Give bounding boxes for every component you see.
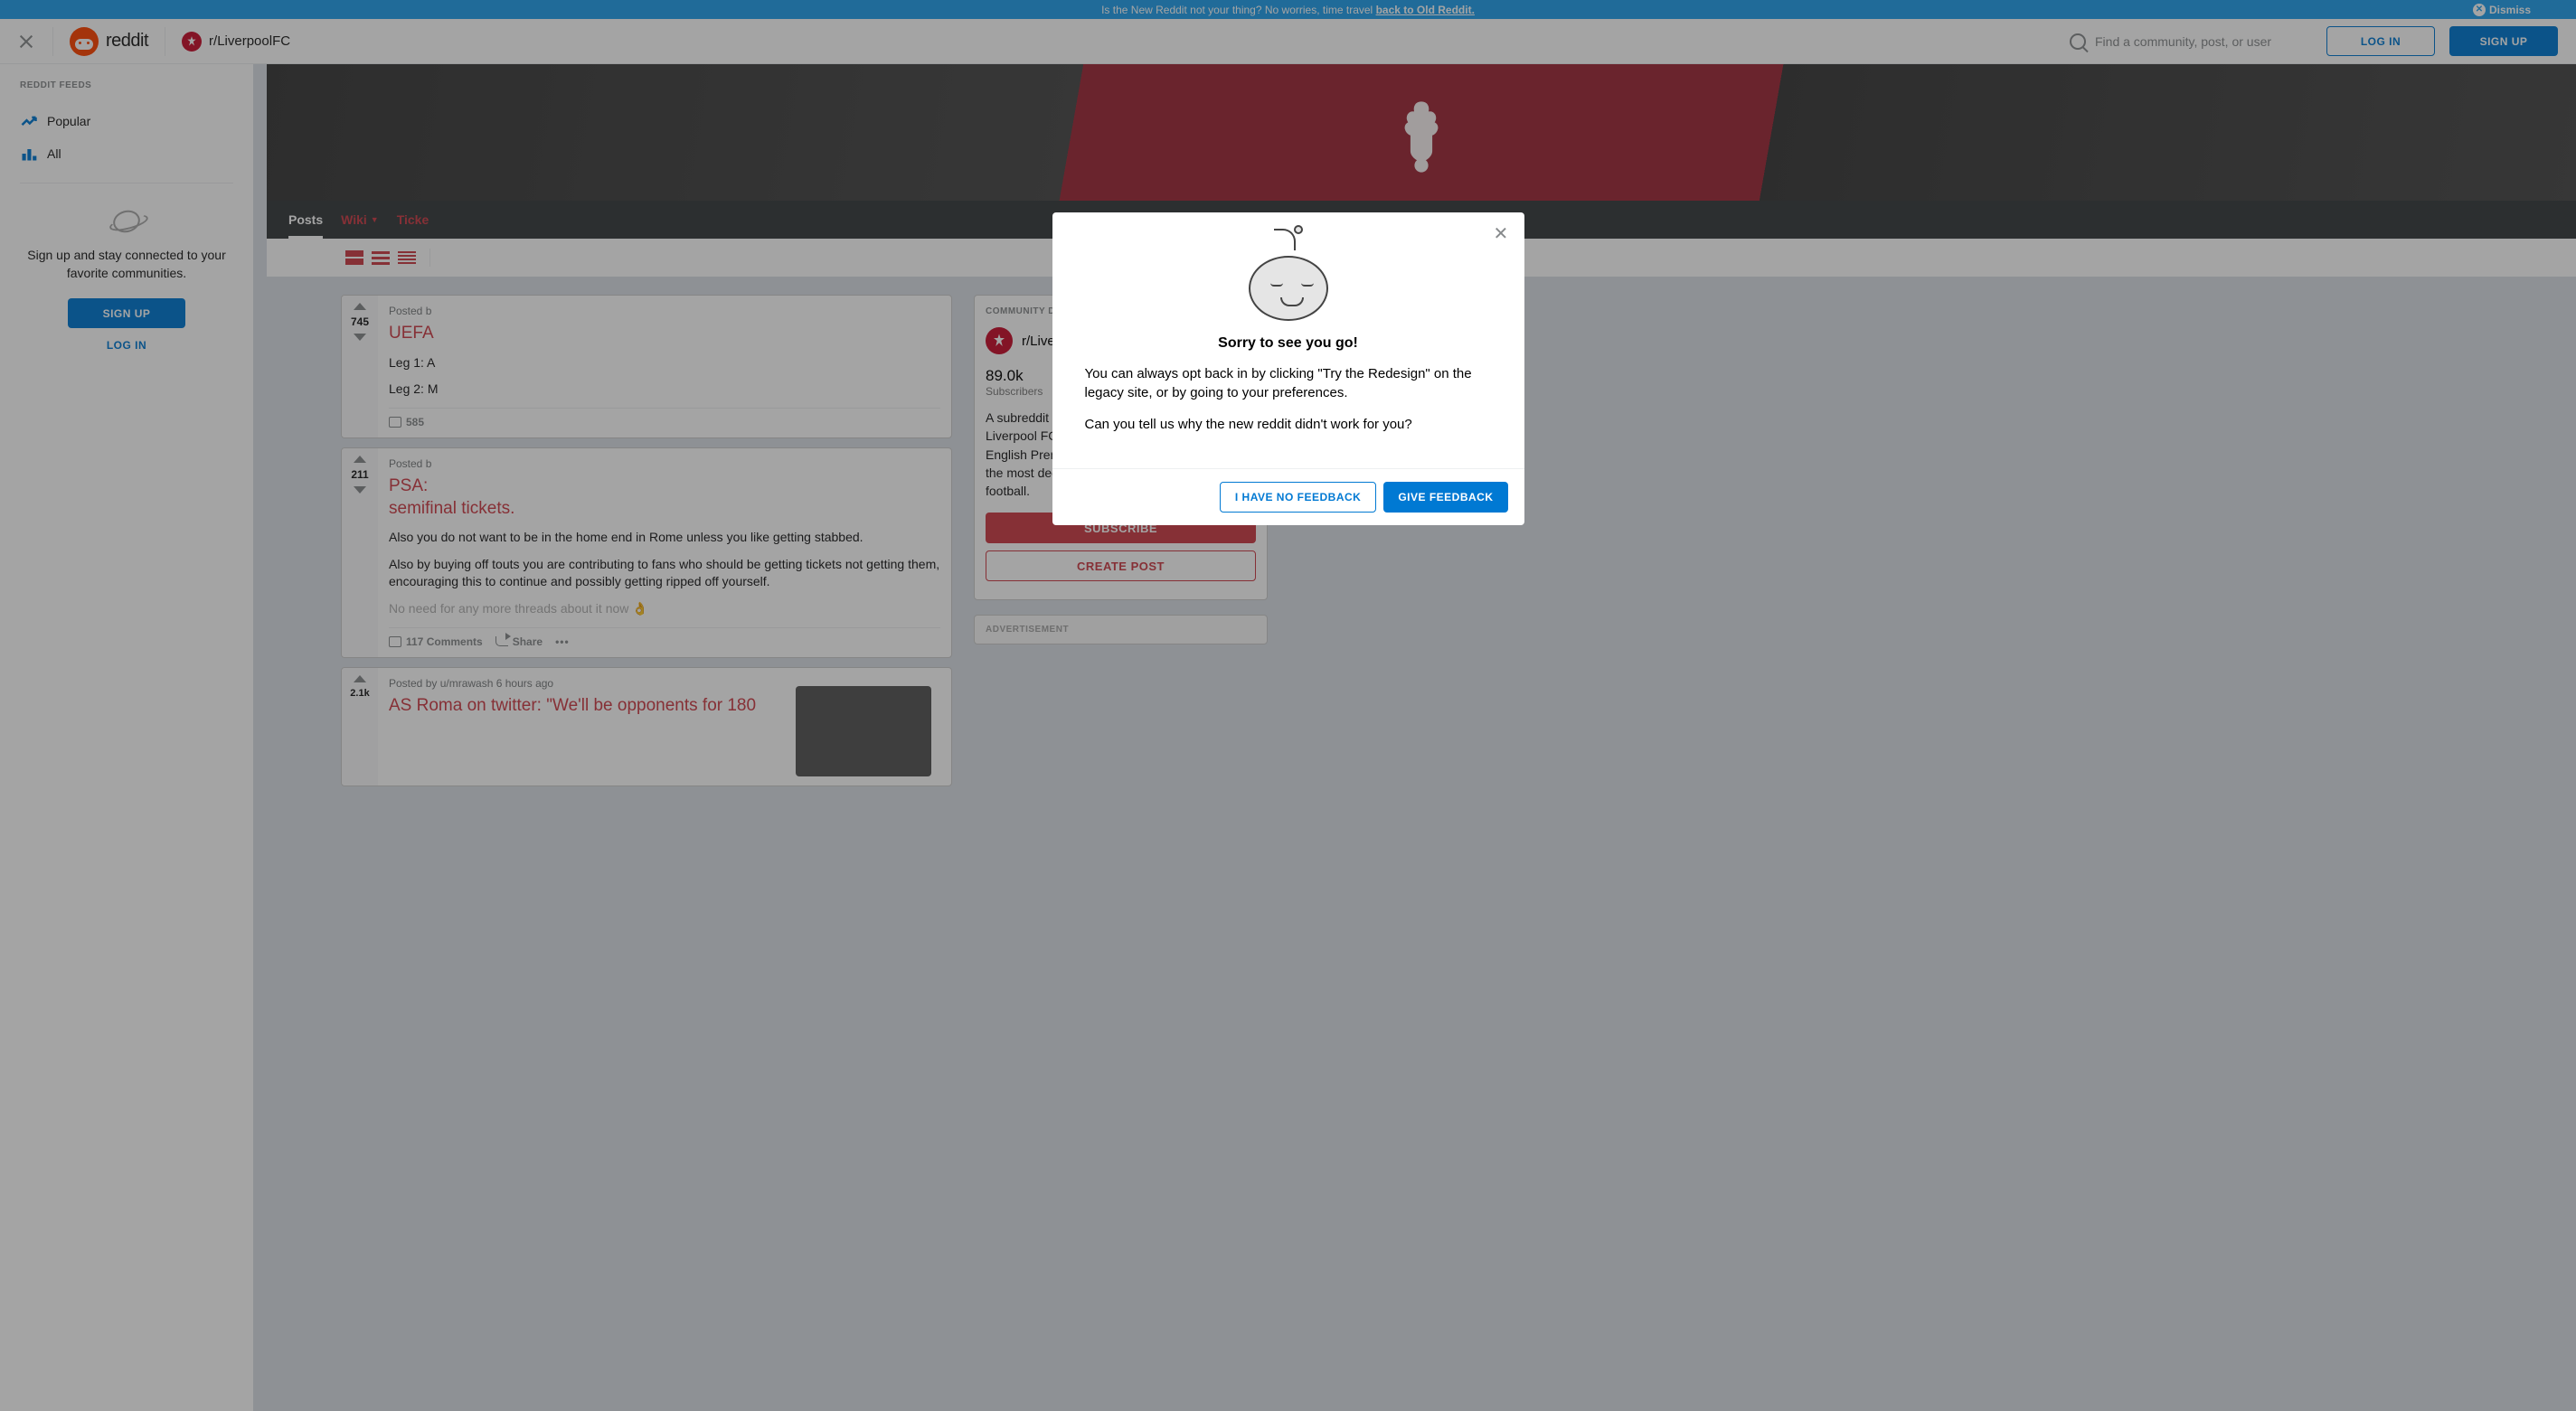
modal-text: Can you tell us why the new reddit didn'… [1085, 415, 1492, 434]
modal-overlay[interactable]: ✕ Sorry to see you go! You can always op… [0, 0, 2576, 1411]
modal-text: You can always opt back in by clicking "… [1085, 364, 1492, 402]
give-feedback-button[interactable]: GIVE FEEDBACK [1383, 482, 1507, 513]
feedback-modal: ✕ Sorry to see you go! You can always op… [1052, 212, 1524, 525]
no-feedback-button[interactable]: I HAVE NO FEEDBACK [1220, 482, 1376, 513]
close-icon[interactable]: ✕ [1494, 225, 1512, 243]
modal-footer: I HAVE NO FEEDBACK GIVE FEEDBACK [1052, 468, 1524, 525]
snoo-illustration [1247, 230, 1330, 321]
modal-title: Sorry to see you go! [1085, 335, 1492, 352]
